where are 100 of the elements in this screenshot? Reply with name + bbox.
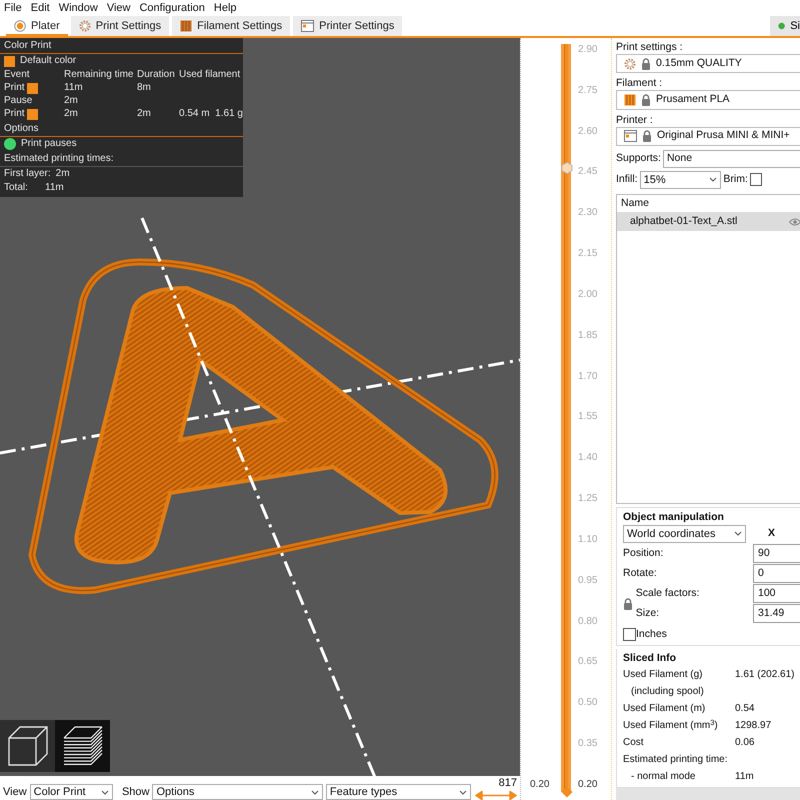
slider-thumb-icon[interactable] — [561, 786, 573, 798]
input-field[interactable]: 100 — [753, 584, 800, 604]
brim-label: Brim: — [723, 172, 748, 188]
width-value: 817 — [498, 776, 517, 790]
object-row[interactable]: alphatbet-01-Text_A.stl — [617, 212, 800, 231]
circle-dot-icon — [14, 20, 26, 32]
tick-label: 2.45 — [578, 165, 598, 180]
tick-label: 0.95 — [578, 574, 598, 588]
group-title: Sliced Info — [623, 652, 678, 666]
inches-checkbox[interactable] — [623, 628, 636, 642]
input-field[interactable]: 90 — [753, 544, 800, 564]
supports-dropdown[interactable]: None — [662, 150, 800, 168]
view-mode-button[interactable] — [55, 720, 110, 772]
window-icon — [301, 20, 314, 32]
tick-label: 1.40 — [578, 451, 598, 466]
axis-label: X — [768, 526, 775, 542]
input-field[interactable]: 0 — [753, 564, 800, 584]
menu-item[interactable]: File — [4, 0, 22, 16]
menu-item[interactable]: Configuration — [139, 0, 205, 16]
coordinates-dropdown[interactable]: World coordinates — [623, 524, 746, 543]
brim-checkbox[interactable] — [750, 173, 762, 186]
legend-label: Estimated printing times: — [4, 153, 114, 164]
caret-icon — [734, 531, 742, 536]
tab[interactable]: Filament Settings — [172, 16, 290, 36]
field-label: Scale factors: — [636, 586, 700, 602]
eye-icon — [789, 218, 800, 226]
input-field[interactable]: 31.49 — [753, 604, 800, 624]
legend-label: First layer: — [4, 168, 51, 180]
info-value: 1.61 (202.61) — [735, 668, 796, 682]
feature-types-dropdown[interactable]: Feature types — [326, 784, 471, 800]
infill-dropdown[interactable]: 15% — [640, 170, 722, 189]
tick-label: 2.00 — [578, 288, 598, 302]
tick-label: 1.25 — [578, 492, 598, 506]
info-label: Cost — [623, 736, 645, 750]
preset-dropdown[interactable]: Prusament PLA — [616, 90, 800, 110]
view-dropdown[interactable]: Color Print — [30, 784, 114, 800]
field-label: Position: — [623, 546, 664, 562]
preview-button[interactable]: Si — [770, 16, 800, 36]
info-label: Estimated printing time: — [623, 753, 728, 768]
column-header: Event — [4, 69, 31, 81]
lock-icon — [642, 130, 652, 142]
legend-value: 2m — [56, 168, 70, 180]
caret-icon — [458, 790, 467, 794]
column-header: Remaining time — [64, 69, 134, 81]
caret-icon — [310, 790, 319, 794]
column-header: Used filament — [179, 69, 242, 81]
preset-label: Print settings : — [616, 40, 684, 53]
column-header: Duration — [137, 69, 176, 81]
field-label: Rotate: — [623, 566, 657, 582]
view-label: View — [3, 784, 27, 800]
table-cell: Pause — [4, 95, 32, 107]
group-title: Object manipulation — [623, 510, 725, 524]
menu-item[interactable]: View — [106, 0, 130, 16]
table-cell: 2m — [137, 108, 151, 119]
info-value: 1298.97 — [735, 719, 772, 734]
tick-label: 2.30 — [578, 206, 598, 220]
lock-icon — [641, 58, 651, 70]
tab[interactable]: Printer Settings — [293, 16, 402, 36]
table-cell: 2m — [64, 95, 78, 106]
legend-value: 11m — [45, 182, 64, 194]
lock-icon — [623, 598, 633, 610]
object-name: alphatbet-01-Text_A.stl — [630, 214, 738, 230]
supports-label: Supports: — [616, 151, 661, 166]
legend-title: Options — [4, 123, 38, 134]
legend-title: Color Print — [4, 40, 52, 51]
show-label: Show — [122, 784, 150, 800]
preset-dropdown[interactable]: Original Prusa MINI & MINI+ — [616, 126, 800, 146]
legend-label: Total: — [4, 182, 29, 194]
table-cell: Print — [4, 108, 25, 120]
table-cell: 8m — [137, 82, 151, 93]
window-icon — [624, 130, 637, 142]
infill-label: Infill: — [616, 172, 638, 188]
tick-label: 2.60 — [578, 124, 598, 139]
preset-label: Filament : — [616, 76, 664, 90]
info-value: 11m — [735, 770, 755, 784]
table-cell: 0.54 m 1.61 g — [179, 108, 243, 119]
info-label: (including spool) — [630, 685, 705, 700]
preset-dropdown[interactable]: 0.15mm QUALITY — [616, 54, 800, 74]
tab[interactable]: Print Settings — [70, 16, 170, 36]
circle-icon — [778, 21, 786, 31]
slider-thumb-icon[interactable] — [561, 162, 573, 174]
table-cell: 11m — [64, 82, 83, 93]
tick-label: 1.55 — [578, 410, 598, 424]
info-label: Used Filament (g) — [623, 668, 704, 682]
spool-icon — [180, 20, 192, 32]
info-label: Used Filament (m) — [623, 702, 706, 716]
tick-label: 2.15 — [578, 247, 598, 262]
tick-label: 1.70 — [578, 370, 598, 384]
column-header: Name — [621, 196, 650, 211]
view-mode-button[interactable] — [0, 720, 55, 772]
caret-icon — [101, 790, 110, 794]
menu-item[interactable]: Help — [214, 0, 237, 16]
tick-label: 0.80 — [578, 614, 598, 629]
slider-value: 0.20 — [530, 778, 550, 792]
tick-label: 2.75 — [578, 84, 598, 98]
menu-item[interactable]: Window — [58, 0, 98, 16]
show-dropdown[interactable]: Options — [152, 784, 323, 800]
lock-icon — [641, 94, 651, 106]
menu-item[interactable]: Edit — [30, 0, 50, 16]
table-cell: Print — [4, 82, 25, 94]
